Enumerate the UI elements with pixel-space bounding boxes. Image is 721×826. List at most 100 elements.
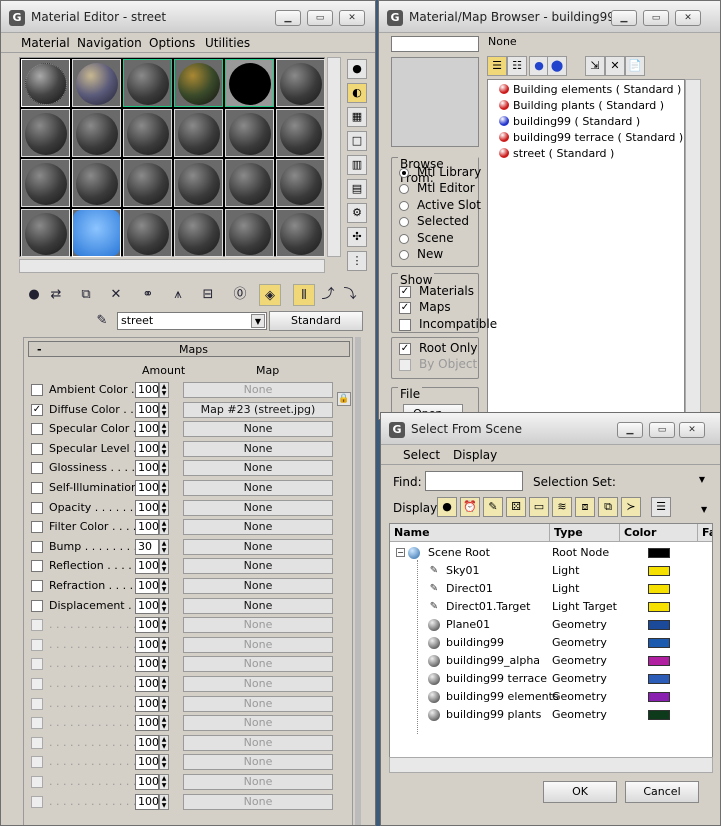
map-amount-field[interactable]: 100 <box>135 734 159 751</box>
material-slot[interactable] <box>123 109 172 157</box>
map-enable-checkbox[interactable] <box>31 462 43 475</box>
map-amount-field[interactable]: 100 <box>135 774 159 790</box>
lock-icon[interactable]: 🔒 <box>337 392 351 406</box>
material-list-scrollbar[interactable] <box>685 79 701 419</box>
amount-spinner-icon[interactable]: ▲ ▼ <box>159 480 169 496</box>
map-enable-checkbox[interactable] <box>31 423 43 436</box>
material-slot[interactable] <box>174 159 223 207</box>
scene-list-hscrollbar[interactable] <box>389 757 713 773</box>
make-copy-icon[interactable]: ⚭ <box>137 284 159 306</box>
view-large-icons-icon[interactable]: ⬤ <box>547 56 567 76</box>
maps-scrollbar[interactable] <box>355 337 361 825</box>
amount-spinner-icon[interactable]: ▲ ▼ <box>159 421 169 438</box>
show-end-result-icon[interactable]: ⫴ <box>293 284 315 306</box>
material-slot[interactable] <box>174 59 223 107</box>
material-slot[interactable] <box>174 209 223 257</box>
close-button[interactable]: ✕ <box>679 422 705 438</box>
map-slot-button[interactable]: None <box>183 597 333 614</box>
minimize-button[interactable]: ▁ <box>611 10 637 26</box>
map-amount-field[interactable]: 100 <box>135 656 159 673</box>
amount-spinner-icon[interactable]: ▲ ▼ <box>159 774 169 790</box>
display-bones-icon[interactable]: ≻ <box>621 497 641 517</box>
scene-row[interactable]: building99 Geometry <box>390 634 712 652</box>
map-enable-checkbox[interactable] <box>31 442 43 455</box>
browser-titlebar[interactable]: G Material/Map Browser - building99 ... … <box>379 1 720 33</box>
map-slot-button[interactable]: None <box>183 656 333 673</box>
display-lights-icon[interactable]: ✎ <box>483 497 503 517</box>
map-enable-checkbox[interactable] <box>31 658 43 671</box>
map-amount-field[interactable]: 100 <box>135 695 159 712</box>
background-checker-icon[interactable]: ▦ <box>347 107 367 127</box>
material-slot[interactable] <box>225 209 274 257</box>
browser-search-field[interactable] <box>391 36 479 52</box>
map-enable-checkbox[interactable] <box>31 697 43 710</box>
reset-map-icon[interactable]: ✕ <box>105 284 127 306</box>
minimize-button[interactable]: ▁ <box>275 10 301 26</box>
display-xrefs-icon[interactable]: ⧉ <box>598 497 618 517</box>
display-space-warps-icon[interactable]: ≋ <box>552 497 572 517</box>
material-slot[interactable] <box>276 159 325 207</box>
map-slot-button[interactable]: None <box>183 754 333 771</box>
tree-collapse-icon[interactable]: − <box>396 548 405 557</box>
map-amount-field[interactable]: 100 <box>135 617 159 634</box>
map-enable-checkbox[interactable] <box>31 776 43 788</box>
go-to-parent-icon[interactable]: ⤴ <box>317 284 339 306</box>
map-amount-field[interactable]: 100 <box>135 460 159 477</box>
options-icon[interactable]: ⚙ <box>347 203 367 223</box>
amount-spinner-icon[interactable]: ▲ ▼ <box>159 401 169 418</box>
map-enable-checkbox[interactable] <box>31 638 43 651</box>
maximize-button[interactable]: ▭ <box>643 10 669 26</box>
material-id-channel-icon[interactable]: ⓪ <box>229 284 251 306</box>
cancel-button[interactable]: Cancel <box>625 781 699 803</box>
amount-spinner-icon[interactable]: ▲ ▼ <box>159 715 169 732</box>
map-slot-button[interactable]: None <box>183 538 333 555</box>
material-slot[interactable] <box>72 109 121 157</box>
display-shapes-icon[interactable]: ⏰ <box>460 497 480 517</box>
map-amount-field[interactable]: 100 <box>135 421 159 438</box>
put-to-scene-icon[interactable]: ⇄ <box>45 284 67 306</box>
map-enable-checkbox[interactable] <box>31 521 43 534</box>
material-slot[interactable] <box>225 159 274 207</box>
display-columns-icon[interactable]: ☰ <box>651 497 671 517</box>
map-amount-field[interactable]: 100 <box>135 793 159 810</box>
close-button[interactable]: ✕ <box>675 10 701 26</box>
map-slot-button[interactable]: None <box>183 617 333 634</box>
scene-row[interactable]: building99_alpha Geometry <box>390 652 712 670</box>
selection-set-dropdown[interactable]: ▼ <box>617 471 709 491</box>
map-slot-button[interactable]: None <box>183 578 333 594</box>
map-slot-button[interactable]: None <box>183 519 333 536</box>
map-slot-button[interactable]: None <box>183 636 333 653</box>
scene-row[interactable]: ✎ Sky01 Light <box>390 562 712 580</box>
map-enable-checkbox[interactable] <box>31 736 43 749</box>
map-slot-button[interactable]: None <box>183 382 333 398</box>
show-map-in-viewport-icon[interactable]: ◈ <box>259 284 281 306</box>
map-slot-button[interactable]: None <box>183 676 333 692</box>
name-column-header[interactable]: Name <box>390 524 550 542</box>
amount-spinner-icon[interactable]: ▲ ▼ <box>159 617 169 634</box>
scene-row[interactable]: Plane01 Geometry <box>390 616 712 634</box>
map-amount-field[interactable]: 100 <box>135 676 159 692</box>
map-enable-checkbox[interactable] <box>31 501 43 514</box>
map-slot-button[interactable]: Map #23 (street.jpg) <box>183 401 333 418</box>
fa-column-header[interactable]: Fa <box>698 524 712 542</box>
display-cameras-icon[interactable]: ⚄ <box>506 497 526 517</box>
view-small-icons-icon[interactable]: ● <box>529 56 549 76</box>
map-enable-checkbox[interactable] <box>31 756 43 769</box>
map-amount-field[interactable]: 100 <box>135 480 159 496</box>
amount-spinner-icon[interactable]: ▲ ▼ <box>159 695 169 712</box>
material-slot[interactable] <box>276 209 325 257</box>
material-list-item[interactable]: Building plants ( Standard ) <box>499 99 664 115</box>
amount-spinner-icon[interactable]: ▲ ▼ <box>159 460 169 477</box>
amount-spinner-icon[interactable]: ▲ ▼ <box>159 793 169 810</box>
clear-library-icon[interactable]: 📄 <box>625 56 645 76</box>
material-list-item[interactable]: Building elements ( Standard ) <box>499 83 681 99</box>
material-name-dropdown-icon[interactable]: ▼ <box>251 314 265 328</box>
map-slot-button[interactable]: None <box>183 499 333 516</box>
map-slot-button[interactable]: None <box>183 793 333 810</box>
type-column-header[interactable]: Type <box>550 524 620 542</box>
sample-type-sphere-icon[interactable]: ● <box>347 59 367 79</box>
material-navigator-icon[interactable]: ⋮ <box>347 251 367 271</box>
material-slot[interactable] <box>72 159 121 207</box>
material-slot[interactable] <box>276 109 325 157</box>
map-amount-field[interactable]: 100 <box>135 401 159 418</box>
